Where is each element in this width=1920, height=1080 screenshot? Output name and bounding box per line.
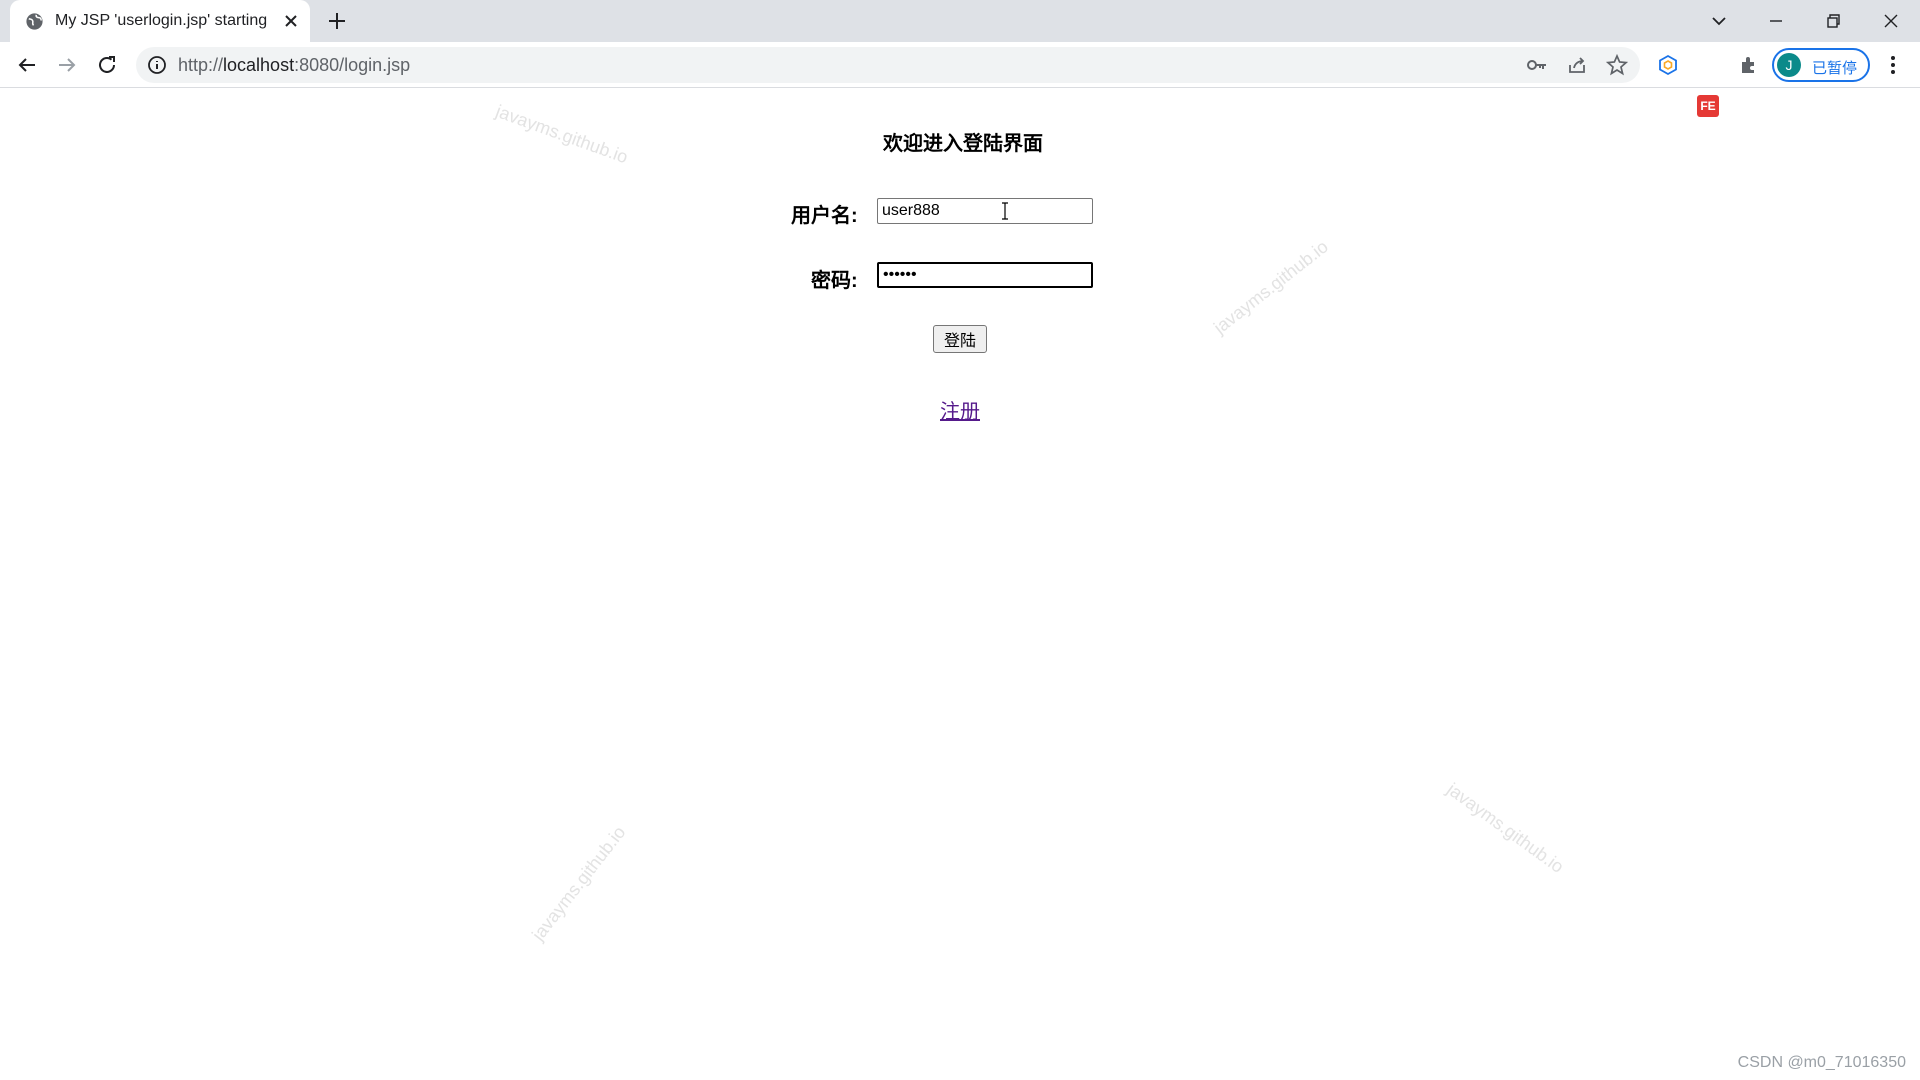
globe-icon	[26, 13, 43, 30]
close-window-icon[interactable]	[1878, 8, 1904, 34]
url-host: localhost	[223, 55, 295, 75]
url-text: http://localhost:8080/login.jsp	[178, 55, 410, 76]
bookmark-star-icon[interactable]	[1606, 54, 1628, 76]
extension-hex-icon[interactable]	[1656, 53, 1680, 77]
kebab-menu-icon[interactable]	[1881, 53, 1905, 77]
watermark: javayms.github.io	[528, 822, 630, 945]
browser-toolbar: http://localhost:8080/login.jsp FE J 已暂停	[0, 42, 1920, 117]
key-icon[interactable]	[1526, 54, 1548, 76]
profile-status: 已暂停	[1812, 60, 1858, 77]
back-arrow-icon[interactable]	[15, 53, 39, 77]
password-label: 密码:	[811, 270, 858, 292]
username-input[interactable]	[877, 198, 1093, 224]
reload-icon[interactable]	[95, 53, 119, 77]
extensions-puzzle-icon[interactable]	[1737, 53, 1761, 77]
address-bar[interactable]: http://localhost:8080/login.jsp	[136, 47, 1640, 83]
register-link[interactable]: 注册	[0, 395, 1920, 424]
avatar: J	[1777, 53, 1801, 77]
forward-arrow-icon[interactable]	[55, 53, 79, 77]
info-icon[interactable]	[146, 54, 168, 76]
share-icon[interactable]	[1566, 54, 1588, 76]
tab-title: My JSP 'userlogin.jsp' starting	[55, 12, 268, 29]
profile-button[interactable]: J 已暂停	[1772, 48, 1870, 82]
url-scheme: http://	[178, 55, 224, 75]
tab-search-icon[interactable]	[1706, 8, 1732, 34]
tab-strip: My JSP 'userlogin.jsp' starting	[0, 0, 1920, 42]
csdn-credit: CSDN @m0_71016350	[1737, 1054, 1906, 1071]
new-tab-icon[interactable]	[326, 10, 348, 32]
minimize-icon[interactable]	[1763, 8, 1789, 34]
login-button[interactable]: 登陆	[933, 325, 987, 353]
restore-icon[interactable]	[1820, 8, 1846, 34]
page-content: javayms.github.io javayms.github.io java…	[0, 89, 1920, 1080]
url-path: :8080/login.jsp	[294, 55, 411, 75]
username-label: 用户名:	[791, 205, 858, 227]
close-tab-icon[interactable]	[282, 12, 300, 30]
password-input[interactable]	[877, 262, 1093, 288]
page-title: 欢迎进入登陆界面	[883, 133, 1043, 155]
watermark: javayms.github.io	[1443, 779, 1568, 877]
text-cursor-icon	[1002, 202, 1008, 220]
watermark: javayms.github.io	[1210, 236, 1332, 338]
active-tab[interactable]: My JSP 'userlogin.jsp' starting	[10, 0, 310, 42]
